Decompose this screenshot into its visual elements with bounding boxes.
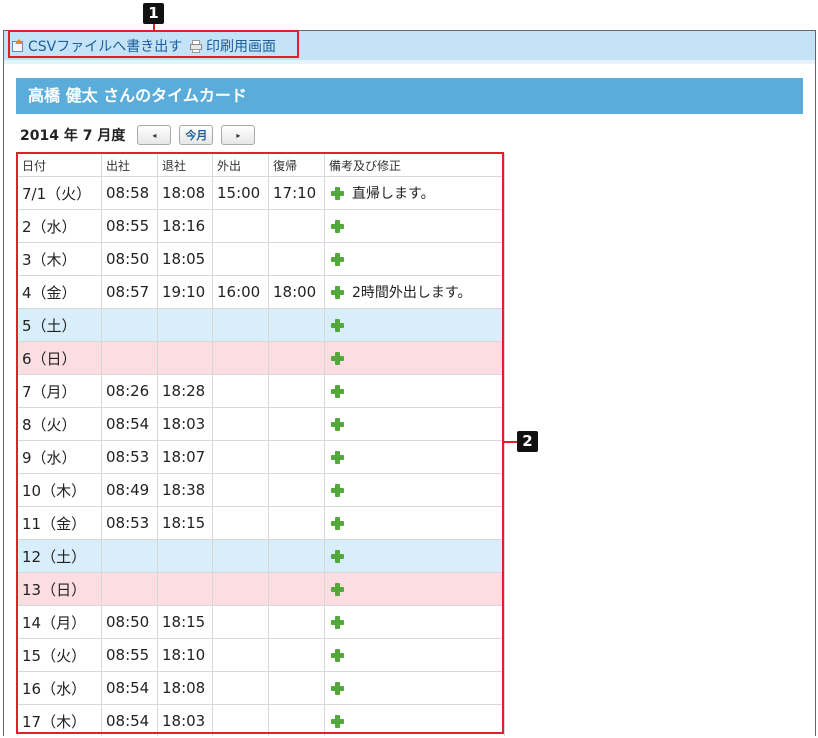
callout-number-1: 1 — [143, 3, 164, 24]
prev-month-button[interactable]: ◂ — [137, 125, 172, 145]
callout-box-2 — [16, 152, 504, 734]
callout-number-2: 2 — [517, 431, 538, 452]
month-navigation: 2014 年 7 月度 ◂ 今月 ▸ — [20, 124, 263, 146]
page-title: 高橋 健太 さんのタイムカード — [16, 78, 803, 114]
next-month-button[interactable]: ▸ — [221, 125, 256, 145]
callout-line-2 — [503, 441, 517, 443]
current-month-button[interactable]: 今月 — [179, 125, 214, 145]
callout-box-1 — [8, 30, 299, 58]
month-label: 2014 年 7 月度 — [20, 128, 126, 144]
